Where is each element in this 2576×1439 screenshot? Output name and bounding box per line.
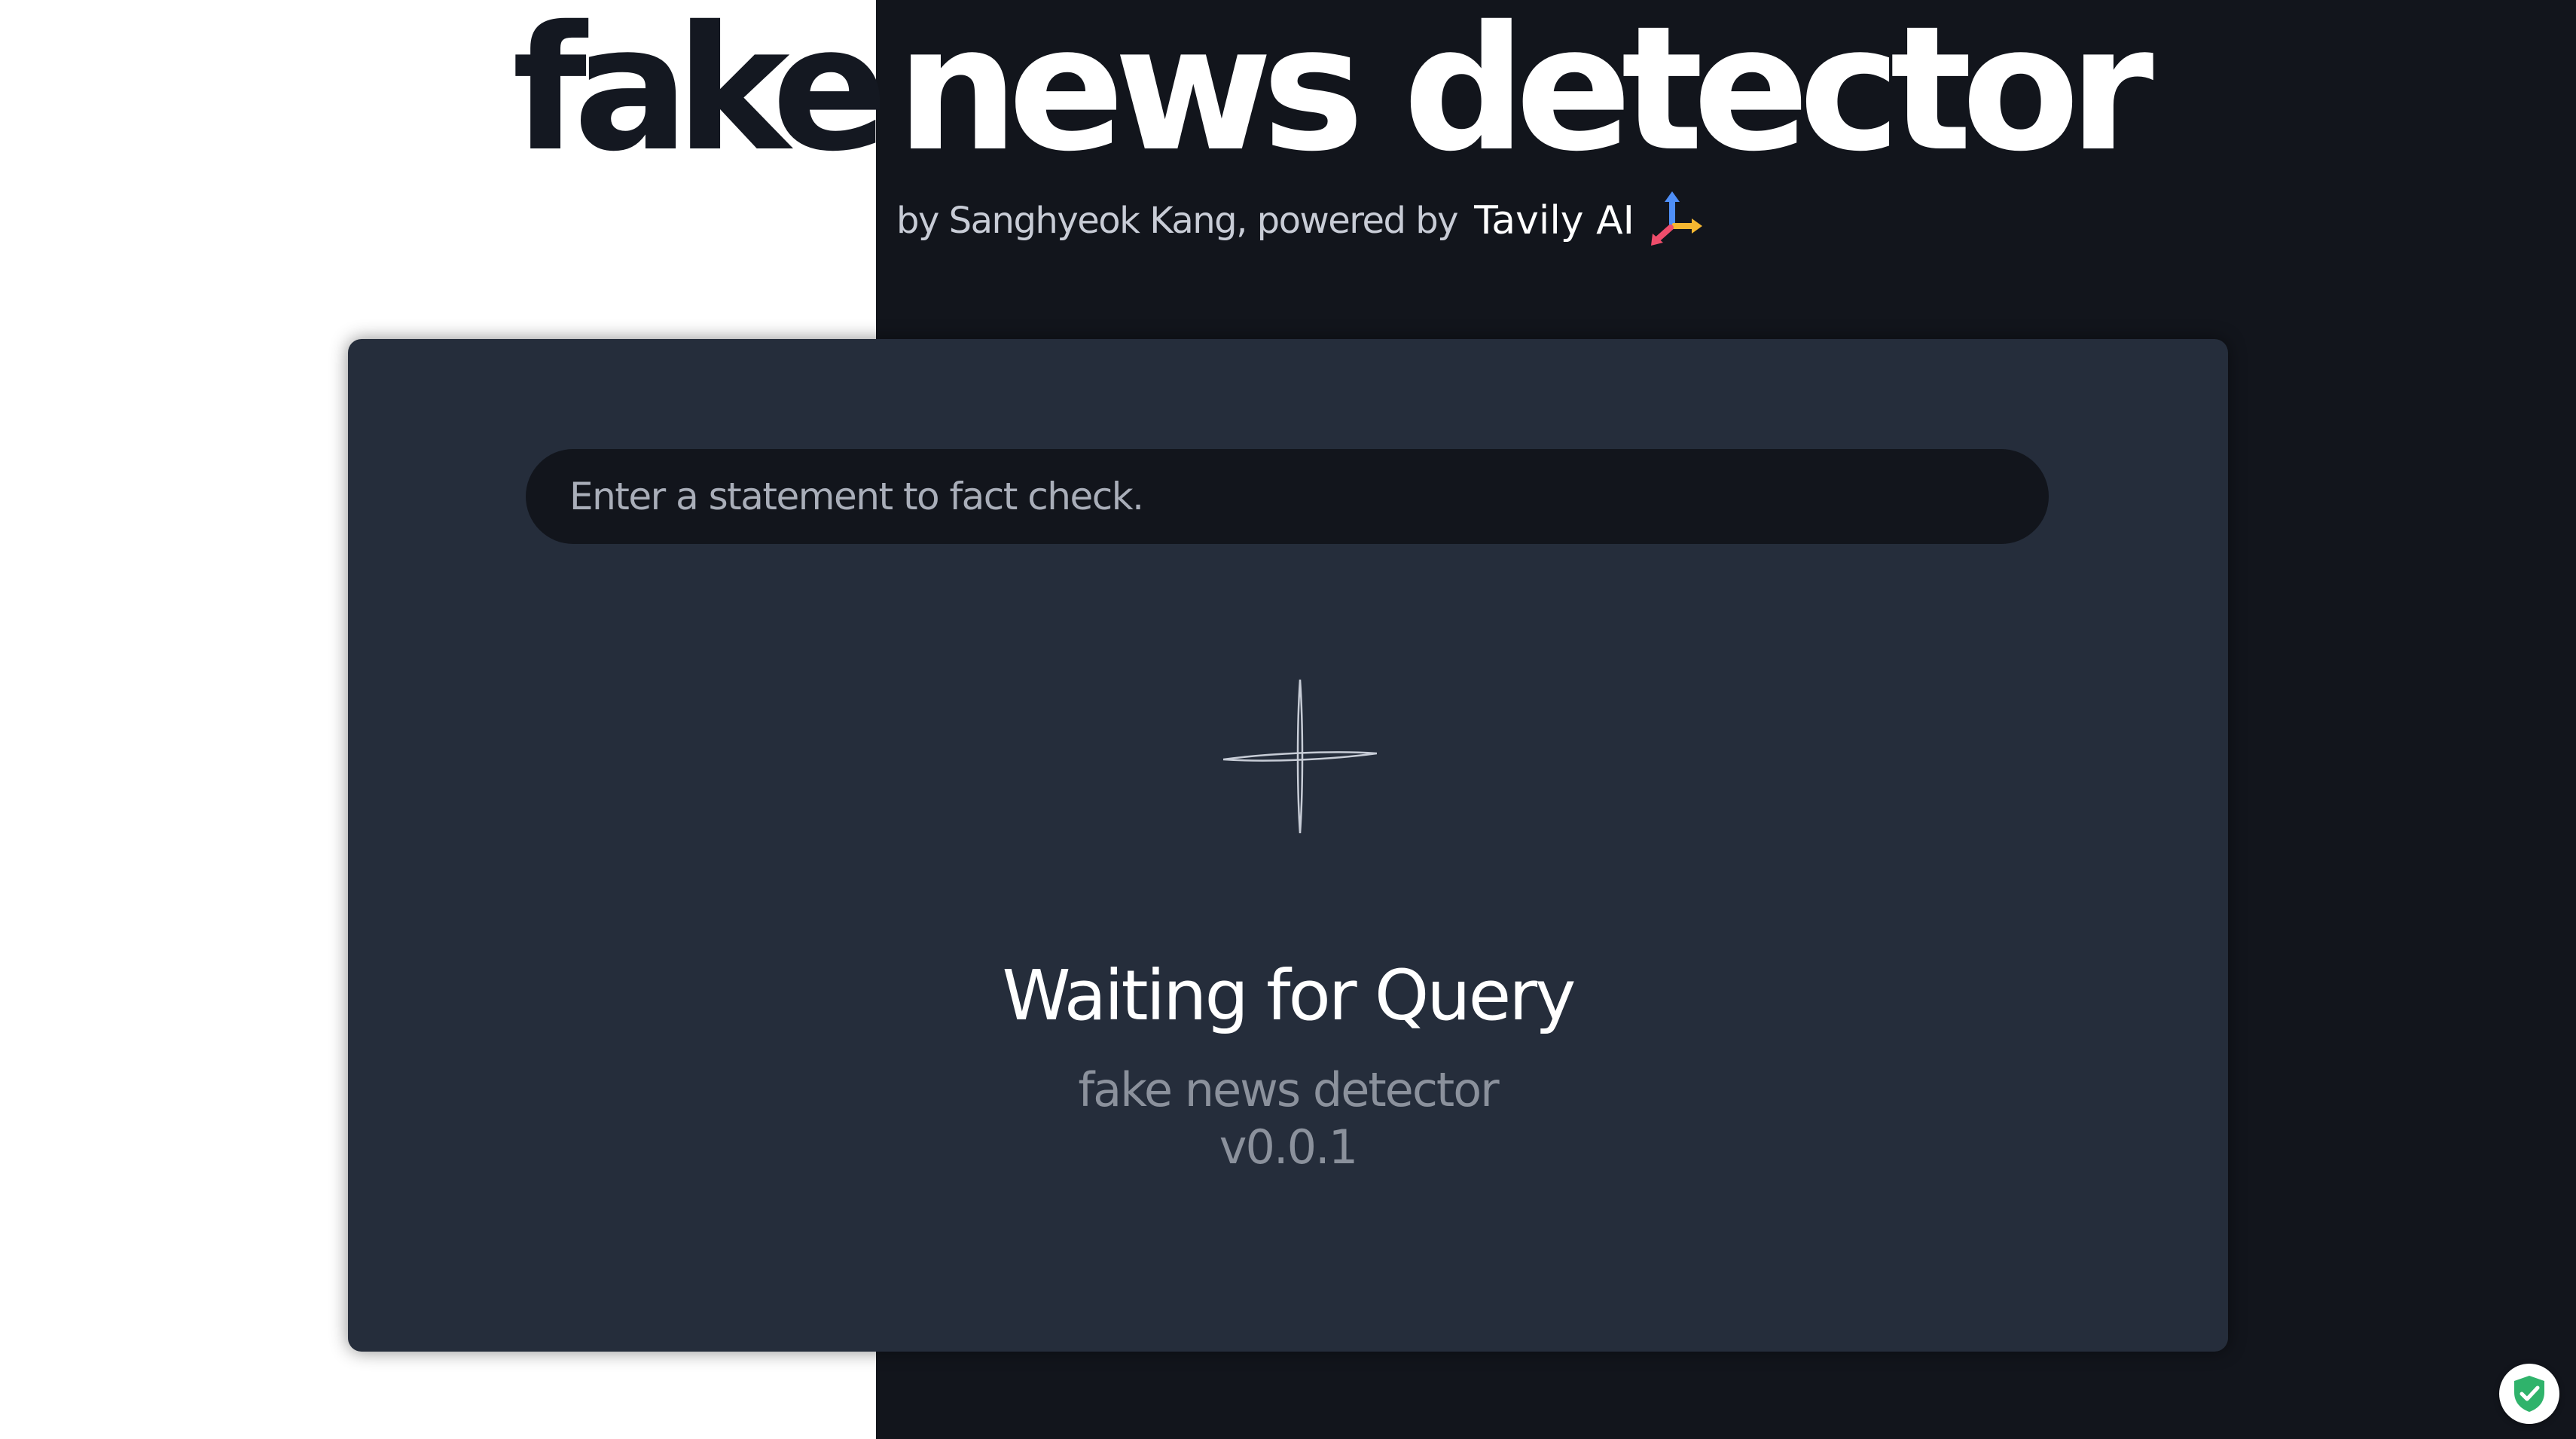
sparkle-icon <box>1223 680 1377 833</box>
page-title: fake news detector <box>0 3 2576 199</box>
app-version: v0.0.1 <box>1219 1120 1358 1175</box>
title-part-right: news detector <box>896 0 2153 189</box>
byline-text: by Sanghyeok Kang, powered by <box>896 200 1459 242</box>
statement-input[interactable] <box>568 474 2049 519</box>
status-title: Waiting for Query <box>1002 955 1576 1036</box>
brand-name: Tavily AI <box>1474 198 1634 243</box>
search-bar[interactable] <box>526 449 2049 544</box>
app-name: fake news detector <box>1078 1062 1499 1117</box>
fact-check-card: Waiting for Query fake news detector v0.… <box>348 339 2228 1352</box>
shield-check-glyph <box>2514 1376 2544 1412</box>
tavily-logo-icon <box>1650 191 1702 246</box>
title-part-left: fake <box>512 0 888 189</box>
byline: by Sanghyeok Kang, powered by Tavily AI <box>896 191 1705 247</box>
shield-check-icon[interactable] <box>2499 1364 2559 1424</box>
